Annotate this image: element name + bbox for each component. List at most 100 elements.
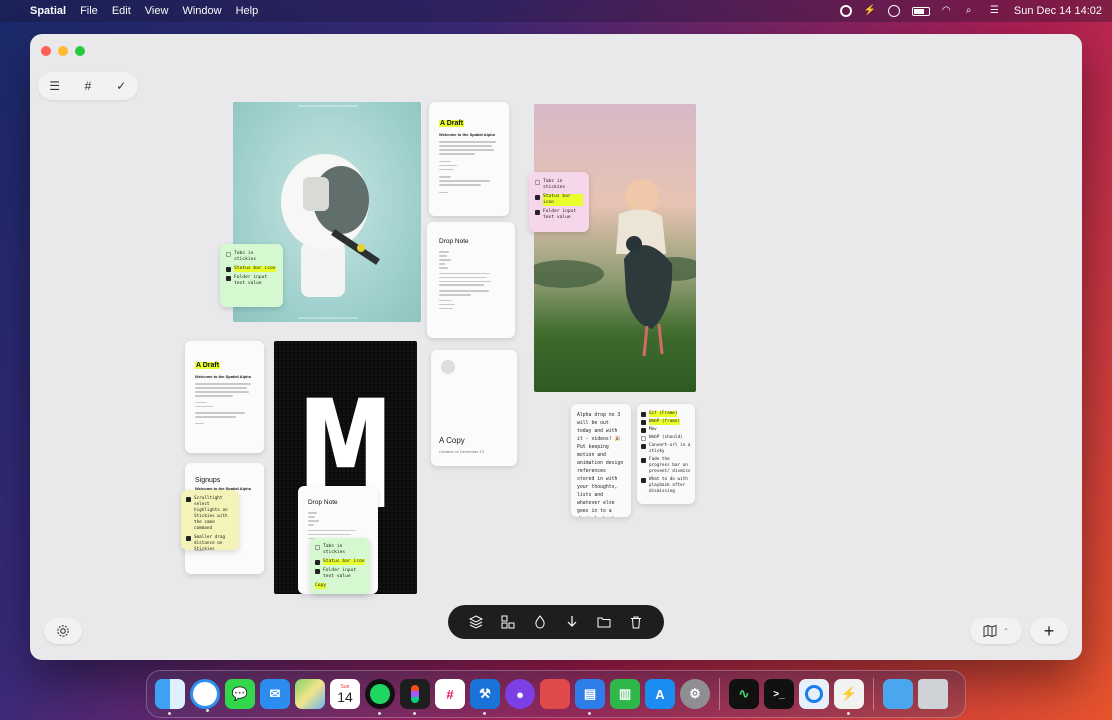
figma-icon[interactable] [400, 679, 430, 715]
downloads-folder-icon[interactable] [883, 679, 913, 709]
checklist-label: Fade the progress bar on present/ dismis… [649, 457, 691, 474]
gear-icon [57, 625, 69, 637]
sticky-yellow[interactable]: Scrolltight select highlights on Stickie… [181, 490, 239, 552]
safari-icon[interactable] [190, 679, 220, 712]
add-button[interactable]: + [1030, 618, 1068, 644]
sticky-tasks-pink[interactable]: Tabs in stickies Status bar icon Folder … [529, 172, 589, 232]
list-view-icon[interactable]: ☰ [43, 79, 67, 93]
doc-subtitle: Welcome to the Spatial Alpha [195, 374, 251, 379]
task-label: Scrolltight select highlights on Stickie… [194, 496, 228, 531]
menu-view[interactable]: View [145, 5, 169, 17]
spatial-status-icon[interactable]: ⚡ [864, 5, 876, 17]
calendar-icon[interactable]: Sun 14 [330, 679, 360, 709]
check-view-icon[interactable]: ✓ [109, 79, 133, 93]
quicktime-icon[interactable] [799, 679, 829, 709]
doc-card-draft-left[interactable]: A Draft Welcome to the Spatial Alpha [185, 341, 264, 453]
checklist-label: Mov [649, 427, 657, 432]
checkbox-checked-icon[interactable] [641, 457, 646, 463]
doc-card-dropnote-top[interactable]: Drop Note [427, 222, 515, 338]
task-label: Folder input text value [323, 568, 357, 579]
spotlight-icon[interactable]: ⌕ [966, 5, 978, 17]
layers-icon[interactable] [466, 612, 486, 632]
task-label: Folder input text value [234, 275, 268, 286]
checkbox-checked-icon[interactable] [186, 535, 191, 541]
checkbox-checked-icon[interactable] [315, 559, 320, 565]
menu-file[interactable]: File [80, 5, 98, 17]
messages-icon[interactable]: 💬 [225, 679, 255, 709]
checkbox-icon[interactable] [535, 179, 540, 185]
spatial-app-icon[interactable]: ⚡ [834, 679, 864, 715]
checkbox-checked-icon[interactable] [641, 427, 646, 433]
doc-card-copy[interactable]: A Copy Created on December 13 [431, 350, 517, 466]
trash-icon[interactable] [626, 612, 646, 632]
spotify-icon[interactable] [365, 679, 395, 715]
paw-icon[interactable] [540, 679, 570, 709]
wifi-icon[interactable]: ◠ [942, 5, 954, 17]
checkbox-checked-icon[interactable] [315, 568, 320, 574]
checklist-label: WebP (frame) [649, 419, 681, 425]
folder-icon[interactable] [594, 612, 614, 632]
task-label: Tabs in stickies [234, 251, 257, 262]
system-preferences-icon[interactable]: ⚙ [680, 679, 710, 709]
download-icon[interactable] [562, 612, 582, 632]
menu-help[interactable]: Help [236, 5, 259, 17]
checkbox-checked-icon[interactable] [226, 266, 231, 272]
menu-bar: Spatial File Edit View Window Help ⚡ ◠ ⌕… [0, 0, 1112, 22]
tag-view-icon[interactable]: # [76, 79, 100, 93]
terminal-icon[interactable]: >_ [764, 679, 794, 709]
text-note-alpha[interactable]: Alpha drop no 3 will be out today and wi… [571, 404, 631, 517]
maps-icon[interactable] [295, 679, 325, 709]
menu-clock[interactable]: Sun Dec 14 14:02 [1014, 5, 1102, 17]
task-label: Tabs in stickies [323, 544, 346, 555]
doc-body-lines [195, 383, 254, 425]
sticky-tasks-1[interactable]: Tabs in stickies Status bar icon Folder … [220, 244, 283, 307]
checklist-label: Gif (Frame) [649, 411, 678, 417]
record-icon[interactable] [839, 5, 852, 17]
checkbox-checked-icon[interactable] [186, 496, 191, 502]
slack-icon[interactable]: # [435, 679, 465, 709]
activity-monitor-icon[interactable]: ∿ [729, 679, 759, 709]
checkbox-checked-icon[interactable] [641, 443, 646, 449]
menu-window[interactable]: Window [182, 5, 221, 17]
spatial-window: ☰ # ✓ Tabs in stickies Status bar icon F… [30, 34, 1082, 660]
keynote-icon[interactable]: ▤ [575, 679, 605, 715]
drop-icon[interactable] [530, 612, 550, 632]
checkbox-icon[interactable] [315, 544, 320, 550]
checkbox-checked-icon[interactable] [641, 477, 646, 483]
checkbox-checked-icon[interactable] [535, 209, 540, 215]
xcode-icon[interactable]: ⚒ [470, 679, 500, 715]
doc-title: Drop Note [439, 238, 469, 245]
settings-button[interactable] [44, 618, 82, 644]
checkbox-checked-icon[interactable] [535, 194, 540, 200]
note-body: Alpha drop no 3 will be out today and wi… [577, 413, 624, 514]
numbers-icon[interactable]: ▥ [610, 679, 640, 709]
sticky-tasks-2[interactable]: Tabs in stickies Status bar icon Folder … [310, 538, 370, 594]
checkbox-icon[interactable] [641, 435, 646, 441]
app-store-icon[interactable]: A [645, 679, 675, 709]
checkbox-checked-icon[interactable] [641, 411, 646, 417]
doc-title: Signups [195, 477, 221, 484]
mail-icon[interactable]: ✉ [260, 679, 290, 709]
chevron-up-icon: ⌃ [1002, 626, 1010, 636]
battery-icon[interactable] [911, 6, 930, 16]
maximize-window-button[interactable] [75, 46, 85, 56]
checkbox-icon[interactable] [226, 251, 231, 257]
menu-app-name[interactable]: Spatial [30, 5, 66, 17]
checklist-label: Convert-url in a sticky [649, 443, 691, 454]
doc-title: A Draft [195, 362, 221, 369]
control-center-icon[interactable]: ☰ [990, 5, 1002, 17]
minimize-window-button[interactable] [58, 46, 68, 56]
baby-pigeon-photo[interactable] [534, 104, 696, 392]
checkbox-checked-icon[interactable] [226, 275, 231, 281]
checkbox-checked-icon[interactable] [641, 419, 646, 425]
github-icon[interactable]: ● [505, 679, 535, 709]
menu-edit[interactable]: Edit [112, 5, 131, 17]
trash-dock-icon[interactable] [918, 679, 948, 709]
arrange-icon[interactable] [498, 612, 518, 632]
minimap-button[interactable]: ⌃ [970, 618, 1022, 644]
close-window-button[interactable] [41, 46, 51, 56]
finder-icon[interactable] [155, 679, 185, 715]
doc-card-draft-top[interactable]: A Draft Welcome to the Spatial Alpha [429, 102, 509, 216]
play-icon[interactable] [887, 5, 900, 17]
checklist-note[interactable]: Gif (Frame) WebP (frame) Mov WebP (shoul… [637, 404, 695, 504]
